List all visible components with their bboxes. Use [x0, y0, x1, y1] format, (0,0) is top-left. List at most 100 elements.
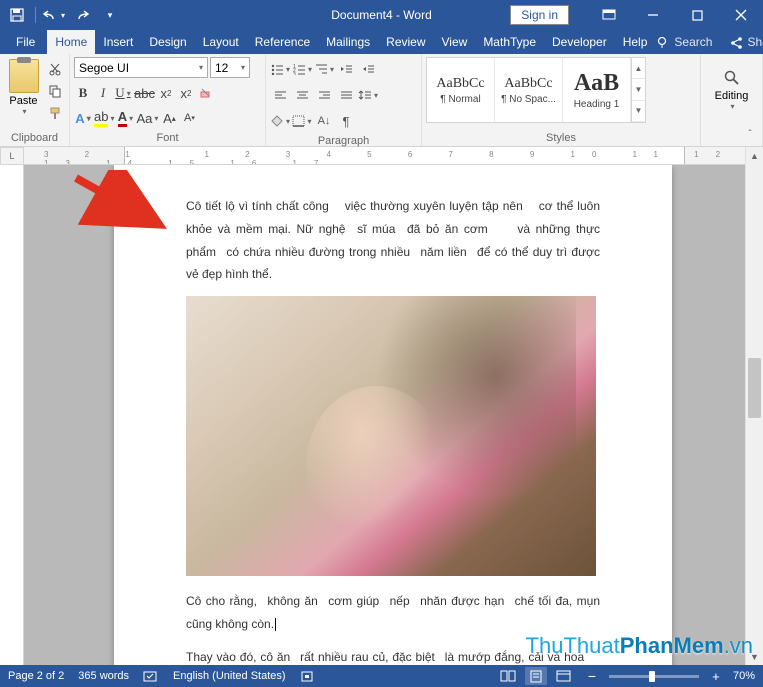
- collapse-ribbon-button[interactable]: ˆ: [741, 129, 759, 143]
- superscript-button[interactable]: x2: [177, 83, 195, 103]
- style-no-spacing[interactable]: AaBbCc ¶ No Spac...: [495, 58, 563, 122]
- tell-me-label: Search: [674, 35, 712, 49]
- change-case-button[interactable]: Aa▾: [136, 108, 158, 128]
- tab-file[interactable]: File: [4, 30, 47, 54]
- sort-button[interactable]: A↓: [314, 111, 334, 131]
- tab-help[interactable]: Help: [615, 30, 656, 54]
- tab-developer[interactable]: Developer: [544, 30, 615, 54]
- scroll-thumb[interactable]: [748, 358, 761, 418]
- vertical-ruler[interactable]: [0, 165, 24, 665]
- qat-customize[interactable]: ▾: [99, 4, 121, 26]
- tab-design[interactable]: Design: [141, 30, 194, 54]
- tab-insert[interactable]: Insert: [95, 30, 141, 54]
- show-hide-button[interactable]: ¶: [336, 111, 356, 131]
- share-button[interactable]: Share: [730, 35, 763, 49]
- vertical-scrollbar[interactable]: ▲ ▼: [745, 147, 763, 665]
- style-normal[interactable]: AaBbCc ¶ Normal: [427, 58, 495, 122]
- zoom-thumb[interactable]: [649, 671, 655, 682]
- increase-indent-button[interactable]: [358, 59, 378, 79]
- bullets-button[interactable]: ▾: [270, 59, 290, 79]
- align-right-button[interactable]: [314, 85, 334, 105]
- sign-in-button[interactable]: Sign in: [510, 5, 569, 25]
- minimize-button[interactable]: [631, 0, 675, 30]
- shading-button[interactable]: ▾: [270, 111, 290, 131]
- tab-mathtype[interactable]: MathType: [475, 30, 544, 54]
- redo-button[interactable]: [71, 4, 93, 26]
- status-words[interactable]: 365 words: [78, 670, 129, 682]
- zoom-slider[interactable]: [609, 675, 699, 678]
- subscript-button[interactable]: x2: [157, 83, 175, 103]
- status-page[interactable]: Page 2 of 2: [8, 670, 64, 682]
- tab-review[interactable]: Review: [378, 30, 433, 54]
- page[interactable]: Cô tiết lộ vì tính chất công việc thường…: [114, 165, 672, 665]
- style-name: Heading 1: [574, 99, 620, 110]
- bold-button[interactable]: B: [74, 83, 92, 103]
- font-color-button[interactable]: A▾: [116, 108, 134, 128]
- view-read-mode[interactable]: [497, 667, 519, 685]
- styles-expand[interactable]: ▼: [632, 101, 645, 122]
- underline-button[interactable]: U▾: [114, 83, 132, 103]
- close-button[interactable]: [719, 0, 763, 30]
- cut-button[interactable]: [45, 59, 65, 79]
- undo-button[interactable]: ▾: [43, 4, 65, 26]
- svg-text:3: 3: [293, 72, 296, 75]
- paste-label: Paste: [9, 95, 37, 107]
- line-spacing-button[interactable]: ▾: [358, 85, 378, 105]
- tell-me-search[interactable]: Search: [655, 35, 712, 49]
- style-name: ¶ Normal: [440, 94, 480, 105]
- clear-formatting-button[interactable]: [197, 83, 215, 103]
- font-name-combo[interactable]: Segoe UI▾: [74, 57, 208, 78]
- paste-button[interactable]: Paste ▾: [4, 57, 43, 116]
- view-print-layout[interactable]: [525, 667, 547, 685]
- tab-view[interactable]: View: [434, 30, 476, 54]
- document-area[interactable]: Cô tiết lộ vì tính chất công việc thường…: [24, 165, 745, 665]
- align-left-button[interactable]: [270, 85, 290, 105]
- numbering-button[interactable]: 123▾: [292, 59, 312, 79]
- italic-button[interactable]: I: [94, 83, 112, 103]
- justify-button[interactable]: [336, 85, 356, 105]
- style-heading-1[interactable]: AaB Heading 1: [563, 58, 631, 122]
- highlight-button[interactable]: ab▾: [94, 108, 114, 128]
- font-size-combo[interactable]: 12▾: [210, 57, 250, 78]
- paragraph-2[interactable]: Cô cho rằng, không ăn cơm giúp nếp nhăn …: [186, 590, 600, 636]
- save-button[interactable]: [6, 4, 28, 26]
- status-spellcheck[interactable]: [143, 670, 159, 683]
- tab-home[interactable]: Home: [47, 30, 95, 54]
- text-effects-button[interactable]: A▾: [74, 108, 92, 128]
- tab-layout[interactable]: Layout: [195, 30, 247, 54]
- format-painter-button[interactable]: [45, 103, 65, 123]
- scroll-track[interactable]: [746, 164, 763, 648]
- styles-scroll-down[interactable]: ▼: [632, 79, 645, 100]
- scroll-up-button[interactable]: ▲: [746, 147, 763, 164]
- ribbon-display-options[interactable]: [587, 0, 631, 30]
- zoom-out-button[interactable]: −: [581, 667, 603, 685]
- borders-button[interactable]: ▾: [292, 111, 312, 131]
- group-font: Segoe UI▾ 12▾ B I U▾ abc x2 x2 A▾ ab▾ A▾…: [70, 54, 266, 146]
- ruler-corner[interactable]: L: [0, 147, 24, 165]
- document-body[interactable]: Cô tiết lộ vì tính chất công việc thường…: [186, 195, 600, 665]
- zoom-level[interactable]: 70%: [733, 670, 755, 682]
- zoom-in-button[interactable]: +: [705, 667, 727, 685]
- status-language[interactable]: English (United States): [173, 670, 286, 682]
- strikethrough-button[interactable]: abc: [134, 83, 155, 103]
- document-image[interactable]: [186, 296, 596, 576]
- paragraph-1[interactable]: Cô tiết lộ vì tính chất công việc thường…: [186, 195, 600, 286]
- editing-dropdown[interactable]: Editing ▾: [705, 57, 758, 111]
- group-styles: AaBbCc ¶ Normal AaBbCc ¶ No Spac... AaB …: [422, 54, 701, 146]
- copy-button[interactable]: [45, 81, 65, 101]
- view-web-layout[interactable]: [553, 667, 575, 685]
- styles-scroll-up[interactable]: ▲: [632, 58, 645, 79]
- lightbulb-icon: [655, 35, 669, 49]
- shrink-font-button[interactable]: A▾: [180, 108, 198, 128]
- paste-icon: [9, 59, 39, 93]
- horizontal-ruler[interactable]: 3 2 1 1 2 3 4 5 6 7 8 9 10 11 12 13 14 1…: [24, 147, 745, 165]
- align-center-button[interactable]: [292, 85, 312, 105]
- tab-references[interactable]: Reference: [247, 30, 318, 54]
- grow-font-button[interactable]: A▴: [160, 108, 178, 128]
- maximize-button[interactable]: [675, 0, 719, 30]
- status-macro[interactable]: [300, 670, 314, 683]
- tab-mailings[interactable]: Mailings: [318, 30, 378, 54]
- multilevel-list-button[interactable]: ▾: [314, 59, 334, 79]
- title-right: Sign in: [510, 0, 763, 30]
- decrease-indent-button[interactable]: [336, 59, 356, 79]
